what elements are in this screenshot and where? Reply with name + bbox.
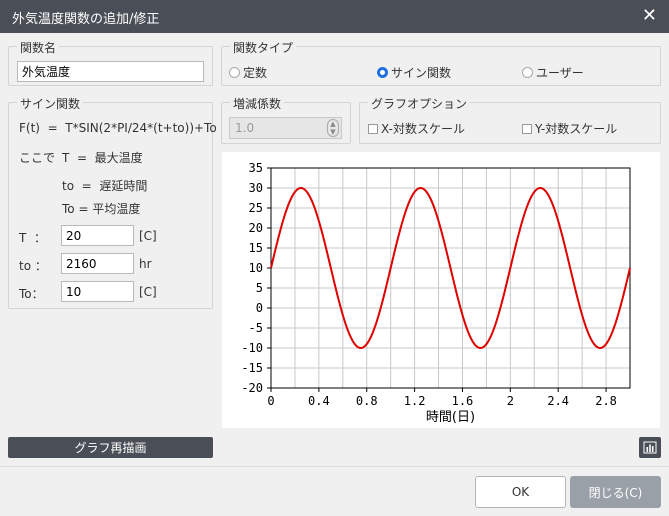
name-group-legend: 関数名 bbox=[17, 39, 60, 56]
radio-constant[interactable]: 定数 bbox=[229, 64, 267, 81]
graph-options-legend: グラフオプション bbox=[368, 95, 471, 112]
y-tick-label: 5 bbox=[256, 281, 263, 295]
x-tick-label: 2.4 bbox=[547, 394, 569, 408]
def-To: To = 平均温度 bbox=[62, 202, 141, 216]
plot-frame bbox=[270, 167, 631, 389]
to-unit: hr bbox=[139, 257, 152, 271]
y-tick-label: 35 bbox=[249, 161, 263, 175]
def-to: to = 遅延時間 bbox=[62, 179, 148, 193]
radio-sine[interactable]: サイン関数 bbox=[377, 64, 451, 81]
radio-user-indicator bbox=[522, 67, 533, 78]
title-bar: 外気温度関数の追加/修正 ✕ bbox=[0, 0, 669, 33]
x-tick-label: 0.4 bbox=[308, 394, 330, 408]
factor-spinner[interactable]: 1.0 ▲ ▼ bbox=[229, 117, 342, 139]
x-tick-label: 2.8 bbox=[595, 394, 617, 408]
x-log-box bbox=[368, 123, 378, 134]
x-tick-label: 2 bbox=[507, 394, 514, 408]
y-log-checkbox[interactable]: Y-対数スケール bbox=[522, 120, 617, 137]
y-tick-label: -5 bbox=[249, 321, 263, 335]
chart-panel: 35 30 25 20 15 10 5 0 -5 -10 -15 -20 0 0.4 0.8 1.2 1.6 2 2… bbox=[222, 152, 660, 428]
where-label: ここで bbox=[19, 151, 56, 165]
ok-label: OK bbox=[511, 485, 530, 499]
def-T: T = 最大温度 bbox=[62, 151, 143, 165]
bar-chart-icon bbox=[643, 441, 657, 454]
y-log-box bbox=[522, 123, 532, 134]
To-input[interactable] bbox=[61, 281, 134, 302]
radio-user[interactable]: ユーザー bbox=[522, 64, 584, 81]
radio-constant-label: 定数 bbox=[243, 66, 268, 80]
spinner-arrows-icon[interactable]: ▲ ▼ bbox=[327, 119, 339, 137]
x-axis-label: 時間(日) bbox=[426, 410, 475, 425]
T-unit: [C] bbox=[139, 229, 157, 243]
close-label: 閉じる(C) bbox=[588, 485, 643, 500]
radio-constant-indicator bbox=[229, 67, 240, 78]
to-label: to ： bbox=[19, 259, 47, 273]
y-tick-label: 25 bbox=[249, 201, 263, 215]
dialog-footer: OK 閉じる(C) bbox=[0, 466, 669, 516]
x-tick-label: 1.2 bbox=[404, 394, 426, 408]
sine-group-legend: サイン関数 bbox=[17, 95, 84, 112]
To-unit: [C] bbox=[139, 285, 157, 299]
redraw-graph-button[interactable]: グラフ再描画 bbox=[8, 437, 213, 458]
close-button[interactable]: 閉じる(C) bbox=[570, 476, 661, 508]
x-tick-label: 1.6 bbox=[452, 394, 474, 408]
radio-sine-indicator bbox=[377, 67, 388, 78]
radio-sine-label: サイン関数 bbox=[391, 66, 452, 80]
redraw-graph-label: グラフ再描画 bbox=[74, 441, 147, 455]
y-log-label: Y-対数スケール bbox=[535, 122, 618, 136]
temperature-chart: 35 30 25 20 15 10 5 0 -5 -10 -15 -20 0 0.4 0.8 1.2 1.6 2 2… bbox=[241, 161, 631, 425]
y-tick-label: 30 bbox=[249, 181, 263, 195]
sine-formula: F(t) = T*SIN(2*PI/24*(t+to))+To bbox=[19, 121, 217, 135]
x-tick-label: 0 bbox=[267, 394, 274, 408]
T-label: T ： bbox=[19, 231, 46, 245]
To-label: To： bbox=[19, 287, 44, 301]
y-tick-label: 0 bbox=[256, 301, 263, 315]
y-tick-label: -20 bbox=[241, 381, 263, 395]
y-tick-label: 15 bbox=[249, 241, 263, 255]
y-tick-label: -15 bbox=[241, 361, 263, 375]
factor-value: 1.0 bbox=[235, 121, 255, 135]
close-icon[interactable]: ✕ bbox=[642, 5, 657, 26]
x-log-checkbox[interactable]: X-対数スケール bbox=[368, 120, 465, 137]
radio-user-label: ユーザー bbox=[536, 66, 584, 80]
ok-button[interactable]: OK bbox=[475, 476, 566, 508]
x-tick-label: 0.8 bbox=[356, 394, 378, 408]
x-log-label: X-対数スケール bbox=[381, 122, 465, 136]
function-name-input[interactable] bbox=[17, 61, 204, 82]
y-tick-label: 10 bbox=[249, 261, 263, 275]
chart-settings-button[interactable] bbox=[639, 437, 661, 458]
to-input[interactable] bbox=[61, 253, 134, 274]
type-group-legend: 関数タイプ bbox=[230, 39, 297, 56]
factor-group-legend: 増減係数 bbox=[230, 95, 285, 112]
y-tick-label: 20 bbox=[249, 221, 263, 235]
y-tick-label: -10 bbox=[241, 341, 263, 355]
T-input[interactable] bbox=[61, 225, 134, 246]
window-title: 外気温度関数の追加/修正 bbox=[12, 12, 160, 27]
